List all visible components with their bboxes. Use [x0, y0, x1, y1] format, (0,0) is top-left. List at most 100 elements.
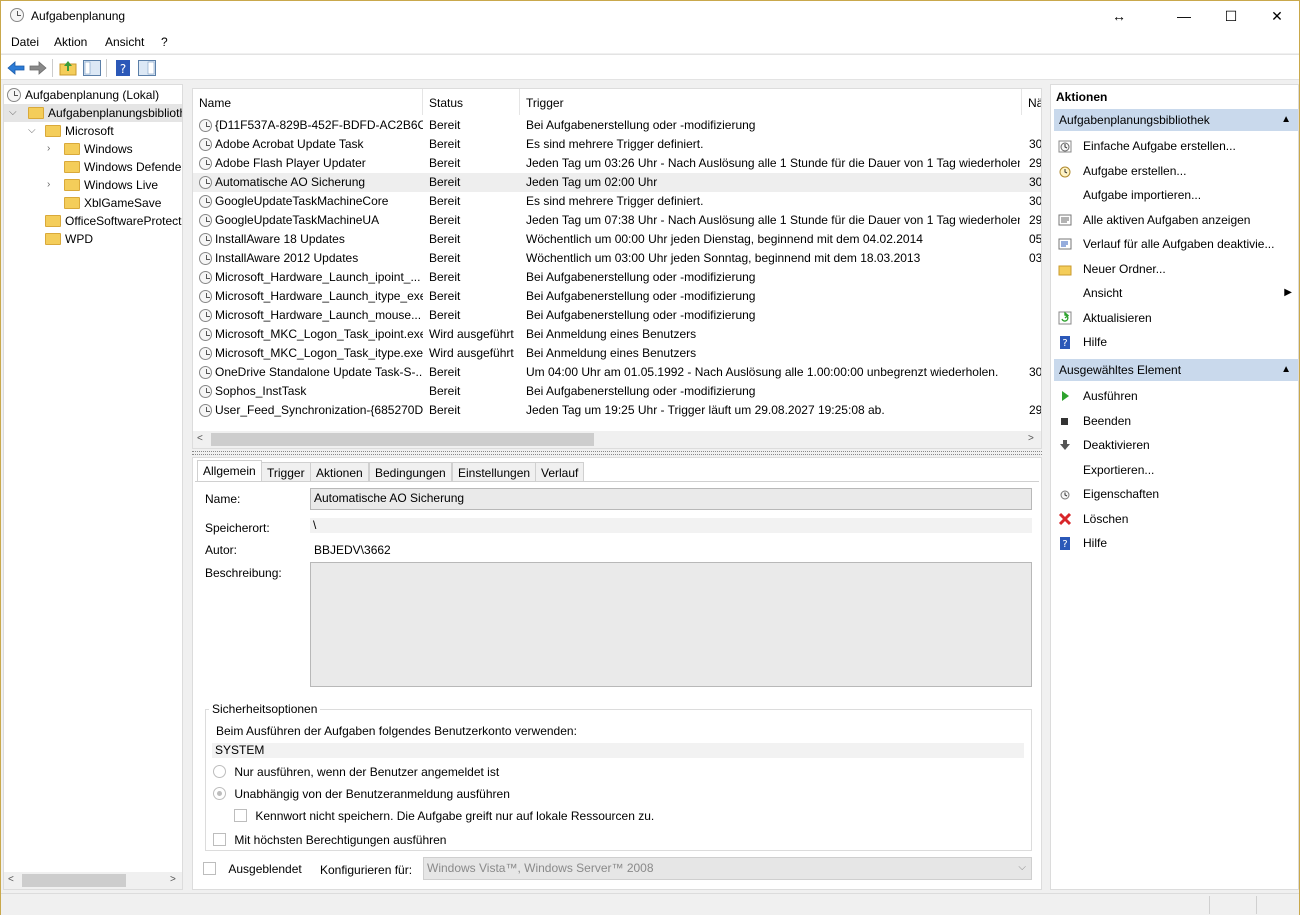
task-row[interactable]: InstallAware 18 Updates Bereit Wöchentlich…: [193, 230, 1041, 249]
action-einfache-aufgabe-erstellen[interactable]: Einfache Aufgabe erstellen...: [1054, 135, 1298, 157]
section-selected-header[interactable]: Ausgewähltes Element ▲: [1054, 359, 1298, 381]
menu-datei[interactable]: Datei: [11, 35, 39, 49]
task-row[interactable]: Microsoft_MKC_Logon_Task_ipoint.exe Wird …: [193, 325, 1041, 344]
column-header-trigger[interactable]: Trigger: [520, 89, 1022, 115]
option-run-any-logon[interactable]: Unabhängig von der Benutzeranmeldung aus…: [213, 787, 510, 801]
scrollbar-thumb[interactable]: [22, 874, 126, 887]
chevron-down-icon[interactable]: ⌵: [9, 104, 17, 122]
task-trigger-cell: Es sind mehrere Trigger definiert.: [526, 135, 1020, 154]
action-deaktivieren[interactable]: Deaktivieren: [1054, 434, 1298, 456]
chevron-right-icon[interactable]: ›: [47, 140, 50, 158]
action-ausführen[interactable]: Ausführen: [1054, 385, 1298, 407]
scroll-left-arrow-icon[interactable]: <: [197, 433, 203, 444]
option-hidden[interactable]: Ausgeblendet: [203, 862, 302, 876]
checkbox[interactable]: [203, 862, 216, 875]
action-aktualisieren[interactable]: Aktualisieren: [1054, 307, 1298, 329]
checkbox[interactable]: [234, 809, 247, 822]
action-eigenschaften[interactable]: Eigenschaften: [1054, 483, 1298, 505]
task-row[interactable]: OneDrive Standalone Update Task-S-... Ber…: [193, 363, 1041, 382]
tree-item-library[interactable]: ⌵ Aufgabenplanungsbibliothek: [4, 104, 182, 122]
option-highest-privileges[interactable]: Mit höchsten Berechtigungen ausführen: [213, 833, 446, 847]
resize-arrows-icon: ↔: [1112, 8, 1126, 24]
task-clock-icon: [199, 157, 212, 170]
tab-einstellungen[interactable]: Einstellungen: [452, 462, 537, 482]
task-row[interactable]: User_Feed_Synchronization-{685270D... Ber…: [193, 401, 1041, 420]
tab-trigger[interactable]: Trigger: [261, 462, 311, 482]
tree-item[interactable]: OfficeSoftwareProtect: [4, 212, 182, 230]
back-arrow-icon[interactable]: [6, 58, 26, 78]
folder-up-icon[interactable]: [58, 58, 78, 78]
help-icon[interactable]: ?: [113, 58, 133, 78]
task-row[interactable]: Automatische AO Sicherung Bereit Jeden Tag…: [193, 173, 1041, 192]
column-header-next-run[interactable]: Nä: [1022, 89, 1041, 115]
scrollbar-thumb[interactable]: [211, 433, 594, 446]
configure-for-select[interactable]: Windows Vista™, Windows Server™ 2008 ⌵: [423, 857, 1032, 880]
checkbox[interactable]: [213, 833, 226, 846]
tab-aktionen[interactable]: Aktionen: [310, 462, 369, 482]
description-field[interactable]: [310, 562, 1032, 687]
radio-button[interactable]: [213, 765, 226, 778]
submenu-arrow-icon[interactable]: ▶: [1284, 282, 1292, 304]
action-aufgabe-importieren[interactable]: Aufgabe importieren...: [1054, 184, 1298, 206]
task-row[interactable]: GoogleUpdateTaskMachineCore Bereit Es sind…: [193, 192, 1041, 211]
tree-item[interactable]: › Windows: [4, 140, 182, 158]
task-name-field[interactable]: Automatische AO Sicherung: [310, 488, 1032, 510]
tree-horizontal-scrollbar[interactable]: < >: [4, 872, 182, 889]
tab-allgemein[interactable]: Allgemein: [197, 460, 262, 482]
task-row[interactable]: Microsoft_MKC_Logon_Task_itype.exe Wird a…: [193, 344, 1041, 363]
action-exportieren[interactable]: Exportieren...: [1054, 459, 1298, 481]
tab-bedingungen[interactable]: Bedingungen: [369, 462, 452, 482]
task-trigger-cell-text: Jeden Tag um 07:38 Uhr - Nach Auslösung …: [526, 213, 1020, 227]
action-aufgabe-erstellen[interactable]: Aufgabe erstellen...: [1054, 160, 1298, 182]
show-hide-tree-icon[interactable]: [82, 58, 102, 78]
forward-arrow-icon[interactable]: [28, 58, 48, 78]
scroll-right-arrow-icon[interactable]: >: [1028, 433, 1034, 444]
chevron-right-icon[interactable]: ›: [47, 176, 50, 194]
collapse-caret-icon[interactable]: ▲: [1281, 359, 1291, 381]
chevron-down-icon[interactable]: ⌵: [1018, 858, 1026, 878]
task-row[interactable]: Microsoft_Hardware_Launch_itype_exe Berei…: [193, 287, 1041, 306]
tree-item[interactable]: › Windows Live: [4, 176, 182, 194]
task-row[interactable]: InstallAware 2012 Updates Bereit Wöchentli…: [193, 249, 1041, 268]
menu-help[interactable]: ?: [161, 35, 168, 49]
tree-root[interactable]: Aufgabenplanung (Lokal): [7, 86, 159, 104]
task-row[interactable]: Microsoft_Hardware_Launch_mouse... Bereit…: [193, 306, 1041, 325]
column-header-status[interactable]: Status: [423, 89, 520, 115]
show-hide-action-pane-icon[interactable]: [137, 58, 157, 78]
menu-aktion[interactable]: Aktion: [54, 35, 87, 49]
pane-splitter[interactable]: [192, 451, 1042, 455]
menu-ansicht[interactable]: Ansicht: [105, 35, 144, 49]
task-row[interactable]: Microsoft_Hardware_Launch_ipoint_... Bere…: [193, 268, 1041, 287]
action-ansicht[interactable]: Ansicht ▶: [1054, 282, 1298, 304]
close-button[interactable]: ✕: [1254, 1, 1300, 31]
list-horizontal-scrollbar[interactable]: < >: [193, 431, 1041, 448]
section-library-header[interactable]: Aufgabenplanungsbibliothek ▲: [1054, 109, 1298, 131]
collapse-caret-icon[interactable]: ▲: [1281, 109, 1291, 131]
column-header-name[interactable]: Name: [193, 89, 423, 115]
task-row[interactable]: Adobe Flash Player Updater Bereit Jeden Ta…: [193, 154, 1041, 173]
action-hilfe[interactable]: ? Hilfe: [1054, 532, 1298, 554]
action-neuer-ordner[interactable]: Neuer Ordner...: [1054, 258, 1298, 280]
tab-verlauf[interactable]: Verlauf: [535, 462, 585, 482]
tree-item[interactable]: XblGameSave: [4, 194, 182, 212]
scroll-right-arrow-icon[interactable]: >: [170, 874, 176, 885]
maximize-button[interactable]: ☐: [1208, 1, 1254, 31]
chevron-down-icon[interactable]: ⌵: [28, 122, 36, 140]
task-row[interactable]: GoogleUpdateTaskMachineUA Bereit Jeden Tag…: [193, 211, 1041, 230]
action-verlauf-für-alle-aufgaben-deaktivie[interactable]: Verlauf für alle Aufgaben deaktivie...: [1054, 233, 1298, 255]
scroll-left-arrow-icon[interactable]: <: [8, 874, 14, 885]
action-löschen[interactable]: Löschen: [1054, 508, 1298, 530]
action-beenden[interactable]: Beenden: [1054, 410, 1298, 432]
tree-item[interactable]: ⌵ Microsoft: [4, 122, 182, 140]
task-row[interactable]: Sophos_InstTask Bereit Bei Aufgabenerstell…: [193, 382, 1041, 401]
tree-item[interactable]: WPD: [4, 230, 182, 248]
option-run-only-logged-on[interactable]: Nur ausführen, wenn der Benutzer angemel…: [213, 765, 499, 779]
task-row[interactable]: {D11F537A-829B-452F-BDFD-AC2B6C... Bereit…: [193, 116, 1041, 135]
action-hilfe[interactable]: ? Hilfe: [1054, 331, 1298, 353]
task-row[interactable]: Adobe Acrobat Update Task Bereit Es sind m…: [193, 135, 1041, 154]
minimize-button[interactable]: —: [1161, 1, 1207, 31]
tree-item[interactable]: Windows Defender: [4, 158, 182, 176]
option-no-password[interactable]: Kennwort nicht speichern. Die Aufgabe gr…: [234, 809, 654, 823]
action-alle-aktiven-aufgaben-anzeigen[interactable]: Alle aktiven Aufgaben anzeigen: [1054, 209, 1298, 231]
radio-button-selected[interactable]: [213, 787, 226, 800]
